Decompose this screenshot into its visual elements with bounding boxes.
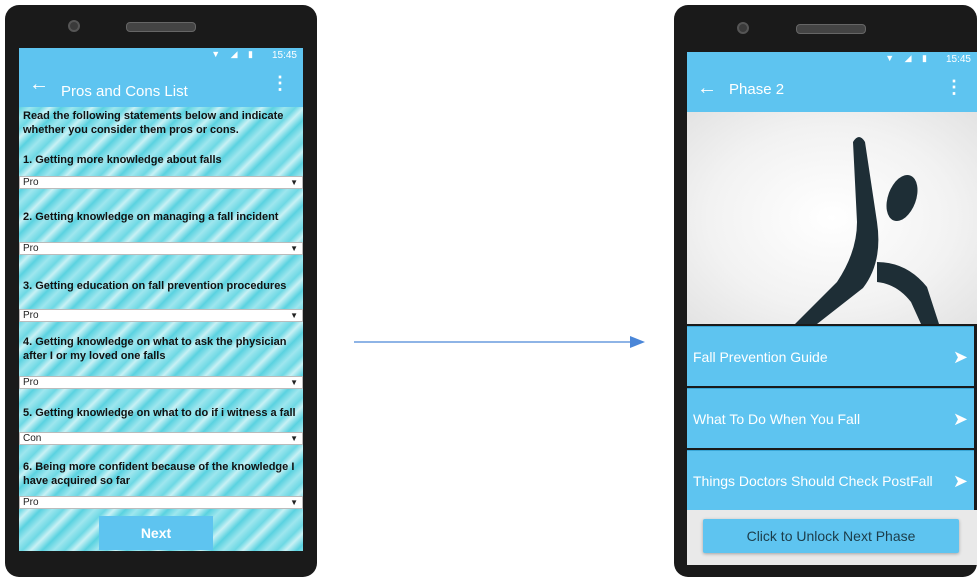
- status-icons: ▼ ◢ ▮: [211, 49, 257, 59]
- dropdown-arrow-icon: ▼: [290, 434, 298, 443]
- menu-item-fall-prevention-guide[interactable]: Fall Prevention Guide ➤: [687, 326, 974, 386]
- statement-5: 5. Getting knowledge on what to do if i …: [23, 407, 296, 419]
- statement-6: 6. Being more confident because of the k…: [23, 461, 295, 487]
- earpiece-speaker: [796, 24, 866, 34]
- intro-text: Read the following statements below and …: [23, 110, 284, 136]
- status-time: 15:45: [945, 54, 971, 65]
- flow-arrow-icon: [354, 336, 645, 348]
- status-icons: ▼ ◢ ▮: [885, 53, 931, 63]
- menu-item-label: What To Do When You Fall: [693, 411, 861, 427]
- dropdown-arrow-icon: ▼: [290, 244, 298, 253]
- send-icon: ➤: [952, 471, 968, 491]
- page-title: Phase 2: [729, 81, 785, 98]
- menu-item-label: Fall Prevention Guide: [693, 349, 828, 365]
- front-camera: [737, 22, 749, 34]
- back-arrow-icon[interactable]: ←: [697, 77, 717, 100]
- statement-4: 4. Getting knowledge on what to ask the …: [23, 336, 287, 362]
- select-value: Pro: [23, 497, 39, 508]
- dropdown-arrow-icon: ▼: [290, 498, 298, 507]
- phase-hero-image: [687, 112, 977, 324]
- menu-item-label: Things Doctors Should Check PostFall: [693, 473, 933, 489]
- kebab-menu-icon[interactable]: ⋮: [945, 77, 963, 98]
- select-value: Pro: [23, 310, 39, 321]
- falling-person-icon: [795, 137, 939, 324]
- dropdown-arrow-icon: ▼: [290, 178, 298, 187]
- status-bar: ▼ ◢ ▮ 15:45: [19, 48, 303, 63]
- pro-con-select-1[interactable]: Pro ▼: [19, 176, 303, 189]
- send-icon: ➤: [952, 409, 968, 429]
- dropdown-arrow-icon: ▼: [290, 311, 298, 320]
- pro-con-select-6[interactable]: Pro ▼: [19, 496, 303, 509]
- unlock-next-phase-button[interactable]: Click to Unlock Next Phase: [703, 519, 959, 553]
- earpiece-speaker: [126, 22, 196, 32]
- front-camera: [68, 20, 80, 32]
- statement-1: 1. Getting more knowledge about falls: [23, 154, 222, 166]
- menu-item-what-to-do-when-you-fall[interactable]: What To Do When You Fall ➤: [687, 388, 974, 448]
- app-bar: ← Pros and Cons List ⋮: [19, 63, 303, 107]
- page-title: Pros and Cons List: [61, 83, 188, 100]
- dropdown-arrow-icon: ▼: [290, 378, 298, 387]
- pro-con-select-5[interactable]: Con ▼: [19, 432, 303, 445]
- select-value: Pro: [23, 177, 39, 188]
- statement-2: 2. Getting knowledge on managing a fall …: [23, 211, 279, 223]
- content-area: Read the following statements below and …: [19, 107, 303, 551]
- pro-con-select-2[interactable]: Pro ▼: [19, 242, 303, 255]
- select-value: Con: [23, 433, 42, 444]
- back-arrow-icon[interactable]: ←: [29, 73, 49, 96]
- kebab-menu-icon[interactable]: ⋮: [271, 73, 289, 94]
- status-time: 15:45: [271, 50, 297, 61]
- select-value: Pro: [23, 243, 39, 254]
- next-button[interactable]: Next: [99, 516, 213, 550]
- statement-3: 3. Getting education on fall prevention …: [23, 280, 287, 292]
- pro-con-select-3[interactable]: Pro ▼: [19, 309, 303, 322]
- select-value: Pro: [23, 377, 39, 388]
- pro-con-select-4[interactable]: Pro ▼: [19, 376, 303, 389]
- status-bar: ▼ ◢ ▮ 15:45: [687, 52, 977, 67]
- send-icon: ➤: [952, 347, 968, 367]
- menu-item-things-doctors-should-check[interactable]: Things Doctors Should Check PostFall ➤: [687, 450, 974, 510]
- app-bar: ← Phase 2 ⋮: [687, 67, 977, 112]
